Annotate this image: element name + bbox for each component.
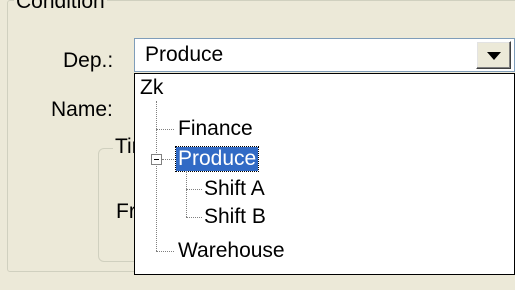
tree-connector	[162, 159, 174, 160]
tree-item-produce[interactable]: Produce	[174, 146, 260, 172]
minus-box-icon[interactable]	[151, 154, 162, 165]
tree-root[interactable]: Zk	[140, 76, 163, 100]
dep-label: Dep.:	[63, 49, 114, 72]
tree-item-shift-b[interactable]: Shift B	[204, 205, 266, 229]
tree-item-warehouse[interactable]: Warehouse	[178, 239, 285, 263]
tree-connector	[186, 217, 202, 218]
tree-connector	[186, 171, 187, 217]
department-combobox[interactable]: Produce	[134, 38, 515, 72]
from-label: Fr	[116, 200, 136, 223]
tree-item-finance[interactable]: Finance	[178, 117, 253, 141]
department-combobox-value: Produce	[145, 43, 224, 66]
tree-connector	[186, 189, 202, 190]
tree-connector	[156, 251, 174, 252]
tree-connector	[156, 129, 174, 130]
dropdown-button[interactable]	[476, 41, 511, 69]
department-tree-dropdown[interactable]: Zk Finance Produce Shift A Shift B Wareh…	[134, 73, 515, 275]
chevron-down-icon	[487, 52, 501, 60]
tree-item-shift-a[interactable]: Shift A	[204, 177, 265, 201]
tree-connector	[156, 101, 157, 251]
name-label: Name:	[51, 98, 113, 121]
condition-group-title: Condition	[14, 0, 107, 14]
